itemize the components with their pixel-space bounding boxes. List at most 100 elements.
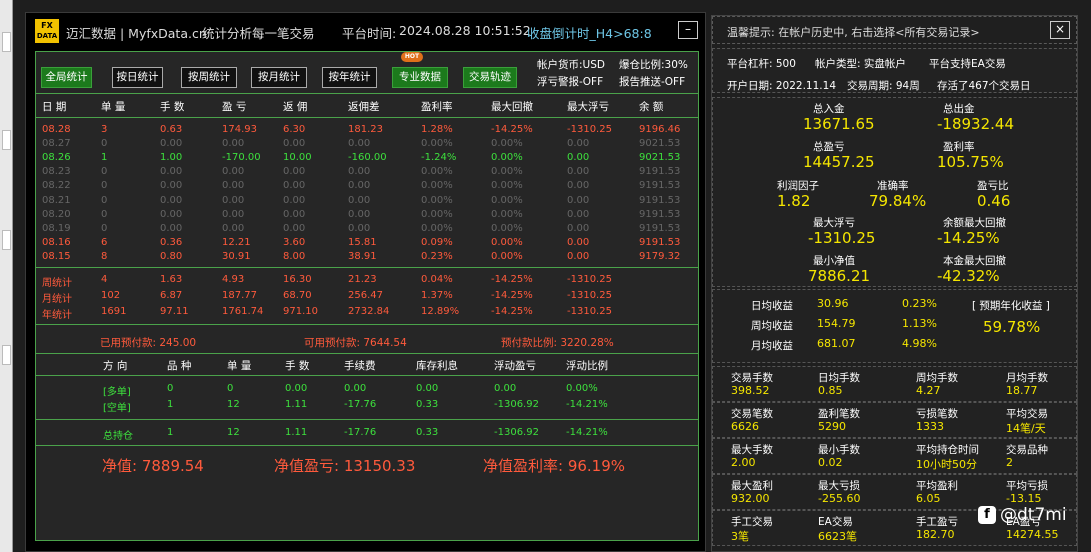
period-row-cell: 1691 — [101, 306, 127, 317]
daily-row-cell: 08.22 — [42, 180, 71, 192]
trade-stat-value: 398.52 — [731, 384, 770, 397]
trade-track-button[interactable]: 交易轨迹 — [463, 67, 517, 88]
monthly-stats-button[interactable]: 按月统计 — [251, 67, 307, 88]
watermark-text: @dt7mi — [1000, 505, 1067, 525]
global-stats-button[interactable]: 全局统计 — [41, 67, 92, 88]
daily-row-cell: 0.00 — [567, 208, 590, 220]
close-button[interactable]: × — [1050, 21, 1070, 39]
trade-stat-label: 交易笔数 — [731, 408, 773, 420]
period-row-cell: 971.10 — [283, 306, 318, 317]
daily-row-cell: -1310.25 — [567, 124, 612, 135]
daily-row-cell: 38.91 — [348, 250, 377, 262]
period-row-cell: 4.93 — [222, 274, 245, 285]
daily-row-cell: 08.23 — [42, 166, 71, 178]
trade-stats-row: 最大手数 2.00 最小手数 0.02 平均持仓时间 10小时50分 交易品种 2 — [712, 438, 1077, 474]
trade-stat-value: 3笔 — [731, 530, 749, 543]
period-row-cell: -14.25% — [491, 290, 533, 301]
forecast-annual-label: [ 预期年化收益 ] — [972, 300, 1050, 312]
period-row-cell: -14.25% — [491, 274, 533, 285]
trade-stat-label: 平均持仓时间 — [916, 444, 979, 456]
positions-header-cell: 库存利息 — [416, 360, 458, 372]
profit-rate-label: 盈利率 — [943, 141, 975, 153]
daily-row-cell: 6 — [101, 236, 108, 248]
weekly-stats-button[interactable]: 按周统计 — [181, 67, 237, 88]
position-row-cell: 0 — [227, 383, 234, 394]
daily-row-cell: 0.00% — [421, 138, 453, 150]
period-row-cell: 187.77 — [222, 290, 257, 301]
daily-row-cell: 0.00% — [491, 152, 523, 164]
position-row-cell: 1.11 — [285, 399, 308, 410]
daily-row-cell: 0.00% — [491, 236, 523, 248]
daily-row-cell: 1.28% — [421, 124, 453, 135]
position-row-cell: 0.00 — [494, 383, 517, 394]
monthly-avg-value: 681.07 — [817, 337, 856, 350]
daily-row-cell: 08.15 — [42, 250, 71, 262]
daily-row-cell: 0 — [101, 208, 108, 220]
trade-stat-label: 交易品种 — [1006, 444, 1048, 456]
period-row-cell: 16.30 — [283, 274, 312, 285]
trade-stat-value: 2.00 — [731, 456, 756, 469]
daily-row-cell: 0.00 — [567, 138, 590, 150]
position-row-cell: 12 — [227, 399, 240, 410]
table-header-cell: 单 量 — [101, 101, 126, 113]
daily-row-cell: 0 — [101, 138, 108, 150]
background-window-strip — [0, 0, 13, 552]
background-tab — [2, 230, 11, 250]
daily-row-cell: 0.00 — [160, 138, 183, 150]
period-row-cell: 年统计 — [42, 310, 72, 321]
daily-row-cell: 0.00% — [421, 222, 453, 234]
daily-row-cell: 0.00 — [567, 194, 590, 206]
daily-row-cell: 9021.53 — [639, 138, 681, 150]
trade-stats-row: 交易手数 398.52 日均手数 0.85 周均手数 4.27 月均手数 18.77 — [712, 366, 1077, 402]
daily-row-cell: 9191.53 — [639, 180, 681, 192]
weekly-avg-label: 周均收益 — [751, 320, 793, 332]
tip-bar: 温馨提示: 在帐户历史中, 右击选择<所有交易记录> × — [712, 16, 1077, 44]
period-row-cell: 102 — [101, 290, 121, 301]
daily-avg-rate: 0.23% — [902, 297, 937, 310]
daily-row-cell: 9021.53 — [639, 152, 681, 164]
daily-row-cell: 0 — [101, 222, 108, 234]
table-header-cell: 盈利率 — [421, 101, 453, 113]
position-row-cell: 0.00% — [566, 383, 598, 394]
trade-stat-value: 6623笔 — [818, 530, 857, 543]
net-equity-rate: 净值盈利率: 96.19% — [483, 457, 626, 475]
positions-header-cell: 手续费 — [344, 360, 376, 372]
table-header-cell: 盈 亏 — [222, 101, 247, 113]
minimize-button[interactable]: – — [678, 21, 698, 39]
float-alert-toggle[interactable]: 浮亏警报-OFF — [537, 74, 603, 89]
position-row-cell: [空单] — [103, 403, 131, 414]
trade-stat-value: 0.85 — [818, 384, 843, 397]
daily-stats-button[interactable]: 按日统计 — [112, 67, 163, 88]
daily-row-cell: 0.00 — [348, 180, 371, 192]
net-equity-pl: 净值盈亏: 13150.33 — [274, 457, 416, 475]
period-row-cell: -14.25% — [491, 306, 533, 317]
positions-header-cell: 品 种 — [167, 360, 192, 372]
weekly-avg-value: 154.79 — [817, 317, 856, 330]
daily-row-cell: 0.00 — [348, 138, 371, 150]
trade-stat-label: 平均交易 — [1006, 408, 1048, 420]
max-float-loss-label: 最大浮亏 — [813, 217, 855, 229]
daily-row-cell: 08.19 — [42, 222, 71, 234]
report-push-toggle[interactable]: 报告推送-OFF — [619, 74, 685, 89]
trade-stat-label: 平均亏损 — [1006, 480, 1048, 492]
period-row-cell: 月统计 — [42, 294, 72, 305]
daily-row-cell: 0.00 — [348, 208, 371, 220]
trade-stat-value: 14274.55 — [1006, 528, 1059, 541]
yearly-stats-button[interactable]: 按年统计 — [322, 67, 377, 88]
platform-time-label: 平台时间: — [342, 26, 397, 41]
trade-stat-value: 6626 — [731, 420, 759, 433]
account-info-box: 平台杠杆: 500 帐户类型: 实盘帐户 平台支持EA交易 开户日期: 2022… — [712, 48, 1077, 93]
daily-row-cell: 0.00% — [491, 166, 523, 178]
daily-row-cell: 0.00 — [283, 194, 306, 206]
max-float-loss-value: -1310.25 — [808, 229, 876, 247]
min-equity-value: 7886.21 — [808, 267, 871, 285]
daily-row-cell: 3 — [101, 124, 108, 135]
daily-row-cell: 0.00% — [491, 180, 523, 192]
daily-row-cell: -14.25% — [491, 124, 533, 135]
daily-row-cell: 08.26 — [42, 152, 71, 164]
daily-row-cell: 0.00 — [160, 222, 183, 234]
table-header-cell: 返 佣 — [283, 101, 308, 113]
trade-stat-value: 6.05 — [916, 492, 941, 505]
trade-stat-label: EA交易 — [818, 516, 853, 528]
pro-data-button[interactable]: 专业数据 — [392, 67, 448, 88]
